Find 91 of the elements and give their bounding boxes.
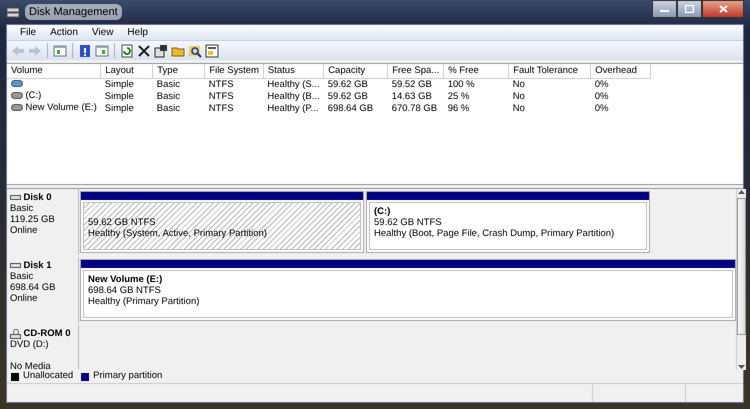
help-book-icon[interactable] xyxy=(78,44,92,58)
scroll-up-icon xyxy=(738,189,745,194)
table-cell-text: 670.78 GB xyxy=(390,102,438,114)
refresh-icon[interactable] xyxy=(120,44,134,58)
table-cell-text: 59.62 GB xyxy=(326,90,369,102)
scrollbar[interactable] xyxy=(736,189,746,370)
disk-name: Disk 0 xyxy=(24,192,52,203)
window-title: Disk Management xyxy=(25,4,122,20)
partition-size: 698.64 GB NTFS xyxy=(88,285,162,296)
menu-item[interactable]: Help xyxy=(120,25,155,40)
partition-block[interactable]: New Volume (E:) 698.64 GB NTFS Healthy (Primary Partition) xyxy=(80,259,736,321)
magnifier-icon[interactable] xyxy=(188,44,202,58)
column-header[interactable]: Capacity xyxy=(324,64,388,79)
cd-drive-icon xyxy=(10,328,21,338)
scroll-down-icon xyxy=(738,365,745,370)
close-button[interactable] xyxy=(702,0,744,18)
table-cell-text: Basic xyxy=(156,102,182,114)
table-cell-text: No xyxy=(512,102,526,114)
disk-detail: DVD (D:) xyxy=(10,339,50,350)
table-cell: Simple xyxy=(100,78,153,90)
column-header[interactable]: Overhead xyxy=(590,64,651,79)
table-cell: No xyxy=(508,78,591,90)
table-cell: 59.52 GB xyxy=(388,78,444,90)
partition-name: (C:) xyxy=(374,206,392,217)
disk-drive-icon xyxy=(10,192,21,202)
column-header[interactable]: Free Spa... xyxy=(388,64,444,79)
table-cell: New Volume (E:) xyxy=(26,102,97,114)
table-cell-text: 96 % xyxy=(446,102,470,114)
partition-size: 59.62 GB NTFS xyxy=(88,217,157,228)
table-cell: 0% xyxy=(590,78,651,90)
minimize-button[interactable] xyxy=(652,0,677,18)
partition-status: Healthy (System, Active, Primary Partition) xyxy=(88,228,268,239)
panel-icon[interactable] xyxy=(53,44,67,58)
disk-name: Disk 1 xyxy=(24,260,52,271)
partition-status: Healthy (Primary Partition) xyxy=(88,296,200,307)
legend-label: Primary partition xyxy=(93,369,162,384)
partition-block[interactable]: 59.62 GB NTFS Healthy (System, Active, Primary Partition) xyxy=(80,191,364,253)
table-cell-text: Healthy (P... xyxy=(266,102,320,114)
table-cell-text: 14.63 GB xyxy=(390,90,433,102)
settings-icon[interactable] xyxy=(205,44,219,58)
disk-detail: No Media xyxy=(10,361,51,372)
table-cell-text: NTFS xyxy=(208,90,235,102)
disk-detail: Basic xyxy=(10,271,34,282)
app-icon xyxy=(6,5,20,19)
table-cell: (C:) xyxy=(26,90,42,102)
disk-info-panel[interactable]: CD-ROM 0 DVD (D:) No Media xyxy=(7,325,79,369)
column-header[interactable]: Type xyxy=(152,64,205,79)
panel-icon[interactable] xyxy=(95,44,109,58)
partition-status: Healthy (Boot, Page File, Crash Dump, Primary Partition) xyxy=(374,228,616,239)
table-cell: 100 % xyxy=(444,78,509,90)
table-cell: NTFS xyxy=(204,78,264,90)
disk-info-panel[interactable]: Disk 0 Basic 119.25 GB Online xyxy=(7,189,79,255)
menu-item[interactable]: File xyxy=(13,25,44,40)
disk-detail: Online xyxy=(10,293,38,304)
properties-icon[interactable] xyxy=(154,44,168,58)
column-header[interactable]: Status xyxy=(263,64,324,79)
disk-detail: 119.25 GB xyxy=(10,214,56,225)
column-header[interactable]: File System xyxy=(204,64,264,79)
disk-detail: 698.64 GB xyxy=(10,282,56,293)
partition-size: 59.62 GB NTFS xyxy=(374,217,443,228)
table-cell: Basic xyxy=(152,78,205,90)
column-header[interactable]: Volume xyxy=(7,64,101,79)
delete-icon[interactable] xyxy=(137,44,151,58)
table-cell-text: Simple xyxy=(104,102,135,114)
menu-item[interactable]: Action xyxy=(43,25,85,40)
close-icon xyxy=(718,5,728,13)
maximize-icon xyxy=(685,5,694,13)
disk-detail: Online xyxy=(10,225,38,236)
table-cell-text: 0% xyxy=(594,90,610,102)
column-header[interactable]: % Free xyxy=(444,64,509,79)
table-cell-text: Basic xyxy=(156,90,182,102)
partition-block[interactable]: (C:) 59.62 GB NTFS Healthy (Boot, Page File, Crash Dump, Primary Partition) xyxy=(366,191,650,253)
table-cell: Healthy (S... xyxy=(263,78,324,90)
menu-item[interactable]: View xyxy=(84,25,120,40)
table-cell: 59.62 GB xyxy=(324,78,388,90)
table-cell-text: 0% xyxy=(594,102,610,114)
column-header[interactable]: Fault Tolerance xyxy=(508,64,591,79)
table-cell-text: 698.64 GB xyxy=(326,102,374,114)
table-cell-text: No xyxy=(512,90,526,102)
maximize-button[interactable] xyxy=(677,0,702,18)
table-cell-text: Simple xyxy=(104,90,135,102)
column-header[interactable]: Layout xyxy=(100,64,153,79)
partition-name: New Volume (E:) xyxy=(88,274,164,285)
disk-detail: Basic xyxy=(10,203,34,214)
disk-info-panel[interactable]: Disk 1 Basic 698.64 GB Online xyxy=(7,257,79,323)
table-cell-text: Healthy (B... xyxy=(266,90,321,102)
table-cell-text: NTFS xyxy=(208,102,235,114)
disk-drive-icon xyxy=(10,260,21,270)
disk-name: CD-ROM 0 xyxy=(24,328,70,339)
table-cell-text: 25 % xyxy=(446,90,470,102)
legend-label: Unallocated xyxy=(23,370,74,384)
